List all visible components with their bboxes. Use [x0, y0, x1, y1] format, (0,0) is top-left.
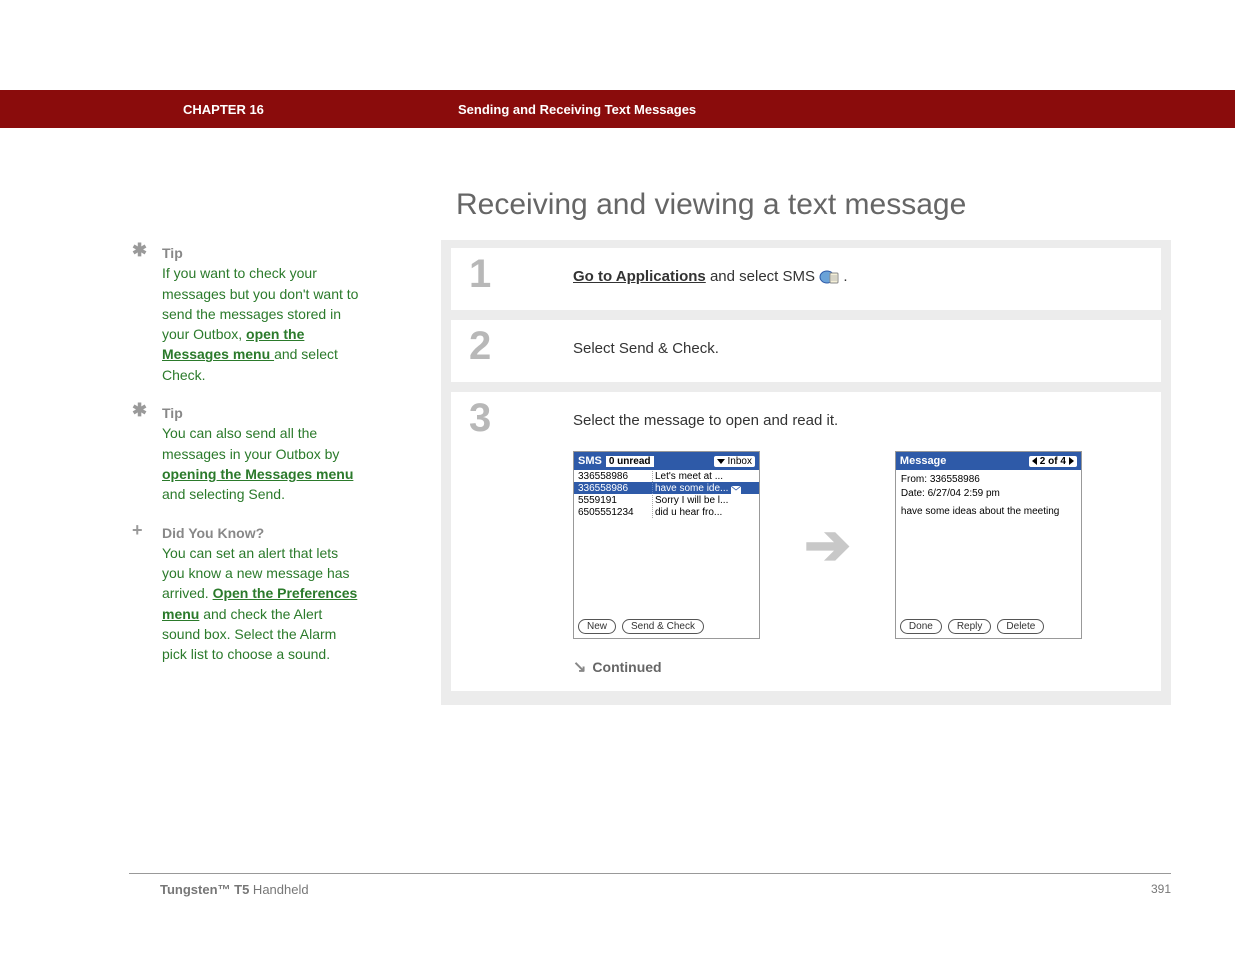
- new-button[interactable]: New: [578, 619, 616, 634]
- asterisk-icon: ✱: [132, 403, 147, 417]
- delete-button[interactable]: Delete: [997, 619, 1044, 634]
- sms-app-icon: [819, 268, 843, 285]
- step-number: 3: [469, 396, 491, 441]
- step-text-tail: .: [843, 268, 847, 285]
- tip-text: You can also send all the messages in yo…: [162, 425, 339, 461]
- date-value: 6/27/04 2:59 pm: [928, 488, 1000, 499]
- chapter-label: CHAPTER 16: [183, 102, 264, 117]
- chapter-subject: Sending and Receiving Text Messages: [458, 102, 696, 117]
- chevron-down-icon: [717, 459, 725, 464]
- step-1: 1 Go to Applications and select SMS .: [451, 248, 1161, 310]
- message-pager[interactable]: 2 of 4: [1029, 456, 1077, 467]
- message-body: From: 336558986 Date: 6/27/04 2:59 pm ha…: [896, 470, 1081, 615]
- sms-inbox-screenshot: SMS 0 unread Inbox 336558986 Let's meet …: [573, 451, 760, 639]
- page-indicator: 2 of 4: [1040, 456, 1066, 467]
- footer-rule: [129, 873, 1171, 874]
- footer-brand: Tungsten™ T5: [160, 882, 249, 897]
- sms-title-text: SMS: [578, 455, 602, 467]
- continued-label: Continued: [592, 659, 661, 675]
- list-item[interactable]: 6505551234 did u hear fro...: [574, 506, 759, 518]
- footer-page-number: 391: [1151, 882, 1171, 896]
- list-item[interactable]: 5559191 Sorry I will be l...: [574, 494, 759, 506]
- go-to-applications-link[interactable]: Go to Applications: [573, 268, 706, 285]
- message-titlebar: Message 2 of 4: [896, 452, 1081, 470]
- list-item-selected[interactable]: 336558986 have some ide...: [574, 482, 759, 494]
- tip-label: Tip: [162, 405, 183, 421]
- page-footer: Tungsten™ T5 Handheld 391: [160, 882, 1171, 897]
- date-label: Date:: [901, 488, 925, 499]
- chapter-header: CHAPTER 16 Sending and Receiving Text Me…: [0, 90, 1235, 128]
- message-buttons: Done Reply Delete: [896, 615, 1081, 638]
- folder-picker[interactable]: Inbox: [714, 456, 755, 467]
- chevron-left-icon[interactable]: [1032, 457, 1037, 465]
- step-3: 3 Select the message to open and read it…: [451, 392, 1161, 691]
- step-text: Select Send & Check.: [573, 334, 1147, 357]
- tip-block: ✱ Tip You can also send all the messages…: [130, 403, 362, 504]
- envelope-icon: [731, 483, 741, 494]
- list-sender: 6505551234: [578, 507, 653, 518]
- step-text: Select the message to open and read it.: [573, 406, 1147, 429]
- footer-rest: Handheld: [249, 882, 308, 897]
- list-sender: 336558986: [578, 483, 653, 494]
- step-text-rest: and select SMS: [706, 268, 819, 285]
- list-subject: have some ide...: [653, 483, 755, 494]
- message-content: have some ideas about the meeting: [901, 505, 1076, 519]
- folder-name: Inbox: [728, 456, 752, 467]
- steps-container: 1 Go to Applications and select SMS . 2 …: [441, 240, 1171, 705]
- done-button[interactable]: Done: [900, 619, 942, 634]
- from-value: 336558986: [930, 474, 980, 485]
- tip-block: ✱ Tip If you want to check your messages…: [130, 243, 362, 385]
- list-subject: did u hear fro...: [653, 507, 755, 518]
- did-you-know-block: + Did You Know? You can set an alert tha…: [130, 523, 362, 665]
- asterisk-icon: ✱: [132, 243, 147, 257]
- step-number: 1: [469, 252, 491, 297]
- sms-titlebar: SMS 0 unread Inbox: [574, 452, 759, 470]
- dyk-label: Did You Know?: [162, 525, 264, 541]
- list-subject: Let's meet at ...: [653, 471, 755, 482]
- opening-messages-menu-link[interactable]: opening the Messages menu: [162, 466, 353, 482]
- unread-count: 0 unread: [606, 456, 654, 467]
- arrow-right-icon: ➔: [804, 512, 851, 578]
- page-title: Receiving and viewing a text message: [456, 188, 966, 222]
- step-2: 2 Select Send & Check.: [451, 320, 1161, 382]
- plus-icon: +: [132, 523, 143, 537]
- list-sender: 336558986: [578, 471, 653, 482]
- continued-arrow-icon: ↘: [573, 657, 586, 677]
- tip-text-post: and selecting Send.: [162, 486, 285, 502]
- sms-message-screenshot: Message 2 of 4 From: 336558986 Date: 6/2…: [895, 451, 1082, 639]
- send-check-button[interactable]: Send & Check: [622, 619, 704, 634]
- from-label: From:: [901, 474, 927, 485]
- list-subject: Sorry I will be l...: [653, 495, 755, 506]
- continued-indicator: ↘ Continued: [573, 657, 1147, 677]
- message-title-text: Message: [900, 455, 946, 467]
- step-number: 2: [469, 324, 491, 369]
- list-item[interactable]: 336558986 Let's meet at ...: [574, 470, 759, 482]
- tip-label: Tip: [162, 245, 183, 261]
- sms-message-list[interactable]: 336558986 Let's meet at ... 336558986 ha…: [574, 470, 759, 615]
- sidebar: ✱ Tip If you want to check your messages…: [130, 243, 362, 683]
- sms-list-buttons: New Send & Check: [574, 615, 759, 638]
- reply-button[interactable]: Reply: [948, 619, 992, 634]
- list-sender: 5559191: [578, 495, 653, 506]
- chevron-right-icon[interactable]: [1069, 457, 1074, 465]
- screenshots-row: SMS 0 unread Inbox 336558986 Let's meet …: [573, 451, 1147, 639]
